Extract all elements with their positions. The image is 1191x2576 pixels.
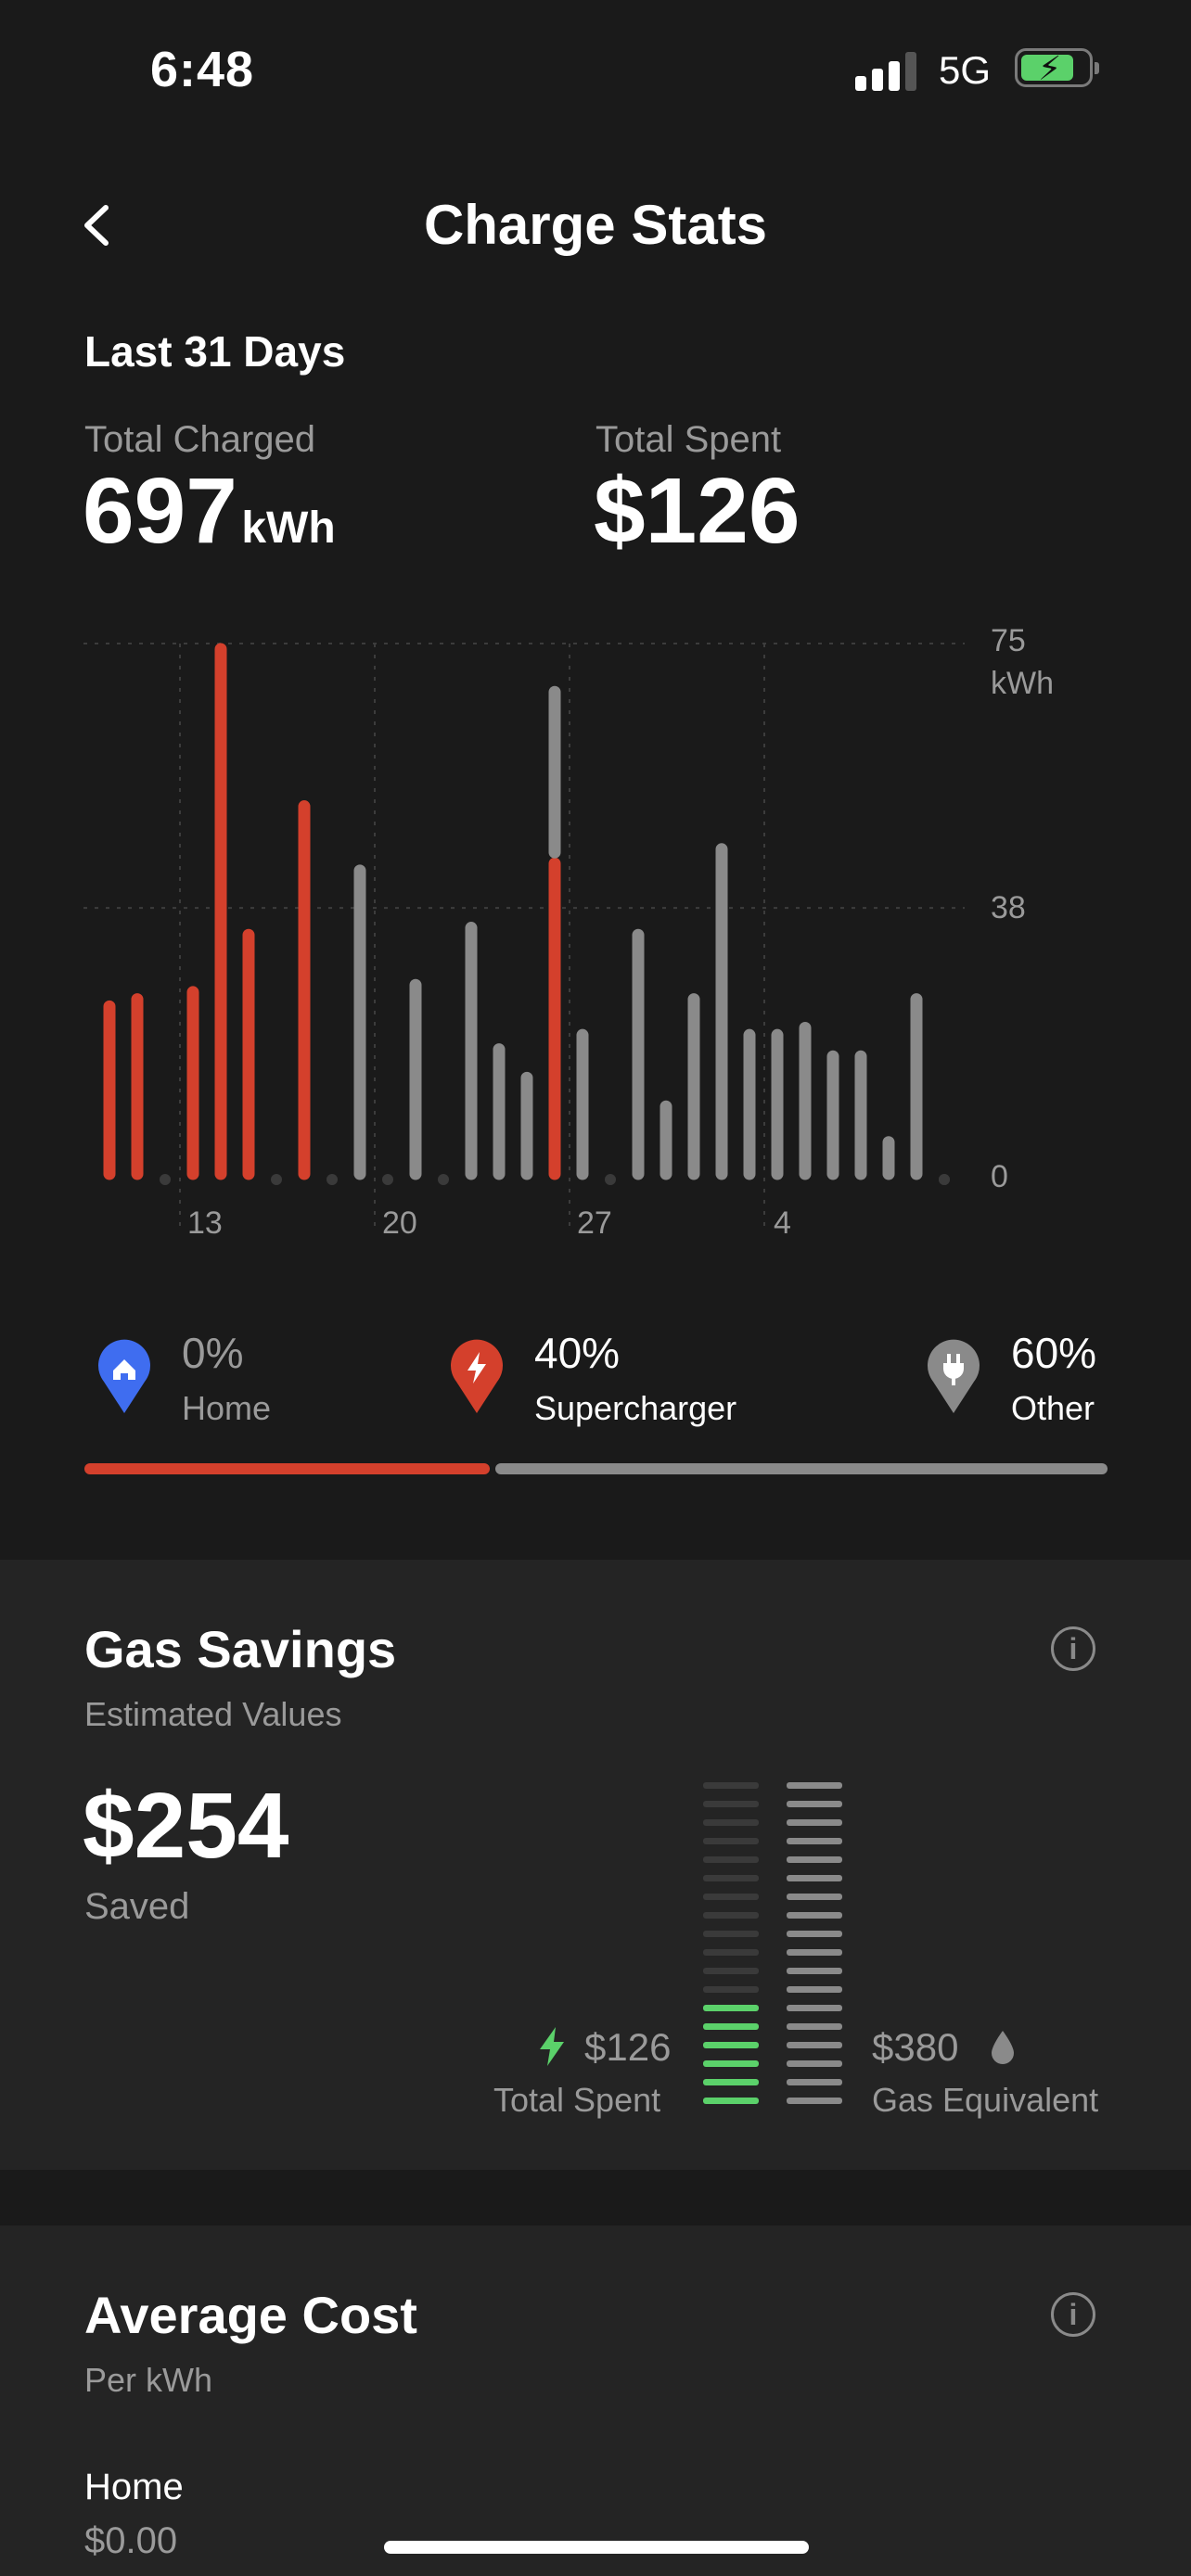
supercharger-share-bar	[84, 1463, 490, 1474]
gas-savings-info-icon[interactable]: i	[1051, 1626, 1095, 1671]
average-cost-subtitle: Per kWh	[84, 2361, 213, 2399]
gas-saved-value: $254	[83, 1774, 289, 1878]
gas-total-spent-label: Total Spent	[493, 2081, 661, 2119]
spent-empty-segment	[703, 1819, 759, 1826]
gas-comparison-bars	[703, 1782, 842, 2104]
gas-segment	[787, 2042, 842, 2048]
y-tick-zero: 0	[991, 1159, 1008, 1194]
other-percent: 60%	[1011, 1329, 1097, 1377]
gas-equivalent-value: $380	[872, 2025, 959, 2069]
average-cost-title: Average Cost	[84, 2286, 417, 2344]
gas-equivalent-label: Gas Equivalent	[872, 2081, 1099, 2119]
gas-segment	[787, 1875, 842, 1881]
total-spent-value: $126	[594, 459, 800, 563]
status-time: 6:48	[150, 42, 255, 97]
empty-day-dot	[160, 1174, 171, 1185]
total-charged-unit: kWh	[241, 504, 336, 553]
supercharger-label: Supercharger	[534, 1389, 737, 1427]
battery-charging-icon: ⚡	[1015, 48, 1099, 87]
y-tick-max: 75	[991, 623, 1026, 658]
gas-segment	[787, 1801, 842, 1807]
spent-segment	[703, 2098, 759, 2104]
gas-segment	[787, 1894, 842, 1900]
spent-empty-segment	[703, 1782, 759, 1789]
spent-segment	[703, 2023, 759, 2030]
other-share-bar	[495, 1463, 1108, 1474]
home-label: Home	[182, 1389, 272, 1427]
total-charged-value-group: 697 kWh	[83, 458, 336, 565]
supercharger-percent: 40%	[534, 1329, 621, 1377]
spent-empty-segment	[703, 1801, 759, 1807]
gas-segment	[787, 2098, 842, 2104]
spent-empty-segment	[703, 1949, 759, 1956]
spent-segment	[703, 2060, 759, 2067]
spent-empty-segment	[703, 1968, 759, 1974]
lightning-icon	[540, 2027, 564, 2066]
gas-saved-label: Saved	[84, 1886, 190, 1927]
x-tick-27: 27	[577, 1205, 612, 1241]
average-cost-info-icon[interactable]: i	[1051, 2292, 1095, 2337]
network-type: 5G	[939, 48, 992, 92]
spent-empty-segment	[703, 1986, 759, 1993]
gas-segment	[787, 2023, 842, 2030]
x-tick-20: 20	[382, 1205, 417, 1241]
home-pin-icon	[98, 1339, 150, 1413]
gas-segment	[787, 1856, 842, 1863]
gas-savings-subtitle: Estimated Values	[84, 1695, 342, 1733]
plug-pin-icon	[928, 1339, 980, 1413]
x-tick-13: 13	[187, 1205, 223, 1241]
page-title: Charge Stats	[423, 194, 768, 256]
empty-day-dot	[438, 1174, 449, 1185]
gas-total-spent-value: $126	[584, 2025, 672, 2069]
gas-segment	[787, 2005, 842, 2011]
gas-segment	[787, 1931, 842, 1937]
home-indicator[interactable]	[384, 2541, 809, 2554]
gas-segment	[787, 1838, 842, 1844]
gas-segment	[787, 1819, 842, 1826]
total-charged-value: 697	[83, 459, 237, 563]
x-tick-4: 4	[774, 1205, 791, 1241]
home-percent: 0%	[182, 1329, 244, 1377]
total-spent-label: Total Spent	[596, 419, 782, 460]
empty-day-dot	[327, 1174, 338, 1185]
spent-empty-segment	[703, 1894, 759, 1900]
gas-segment	[787, 1968, 842, 1974]
spent-segment	[703, 2042, 759, 2048]
gas-segment	[787, 1949, 842, 1956]
gas-segment	[787, 1986, 842, 1993]
period-label: Last 31 Days	[84, 327, 346, 376]
average-cost-card	[0, 2225, 1191, 2576]
empty-day-dot	[382, 1174, 393, 1185]
spent-segment	[703, 2005, 759, 2011]
spent-empty-segment	[703, 1912, 759, 1919]
spent-empty-segment	[703, 1931, 759, 1937]
empty-day-dot	[939, 1174, 950, 1185]
fuel-drop-icon	[992, 2031, 1014, 2064]
total-charged-label: Total Charged	[84, 419, 316, 460]
gas-savings-title: Gas Savings	[84, 1620, 397, 1678]
other-label: Other	[1011, 1389, 1095, 1427]
empty-day-dot	[271, 1174, 282, 1185]
signal-icon	[855, 50, 920, 91]
y-tick-mid: 38	[991, 890, 1026, 925]
gas-segment	[787, 2079, 842, 2085]
spent-empty-segment	[703, 1856, 759, 1863]
average-cost-home-value: $0.00	[84, 2520, 178, 2561]
spent-empty-segment	[703, 1875, 759, 1881]
gas-segment	[787, 2060, 842, 2067]
average-cost-home-label: Home	[84, 2467, 184, 2507]
daily-energy-chart	[83, 643, 965, 1233]
gas-segment	[787, 1782, 842, 1789]
spent-segment	[703, 2079, 759, 2085]
gas-segment	[787, 1912, 842, 1919]
spent-empty-segment	[703, 1838, 759, 1844]
supercharger-pin-icon	[451, 1339, 503, 1413]
empty-day-dot	[605, 1174, 616, 1185]
y-axis-unit: kWh	[991, 666, 1054, 701]
